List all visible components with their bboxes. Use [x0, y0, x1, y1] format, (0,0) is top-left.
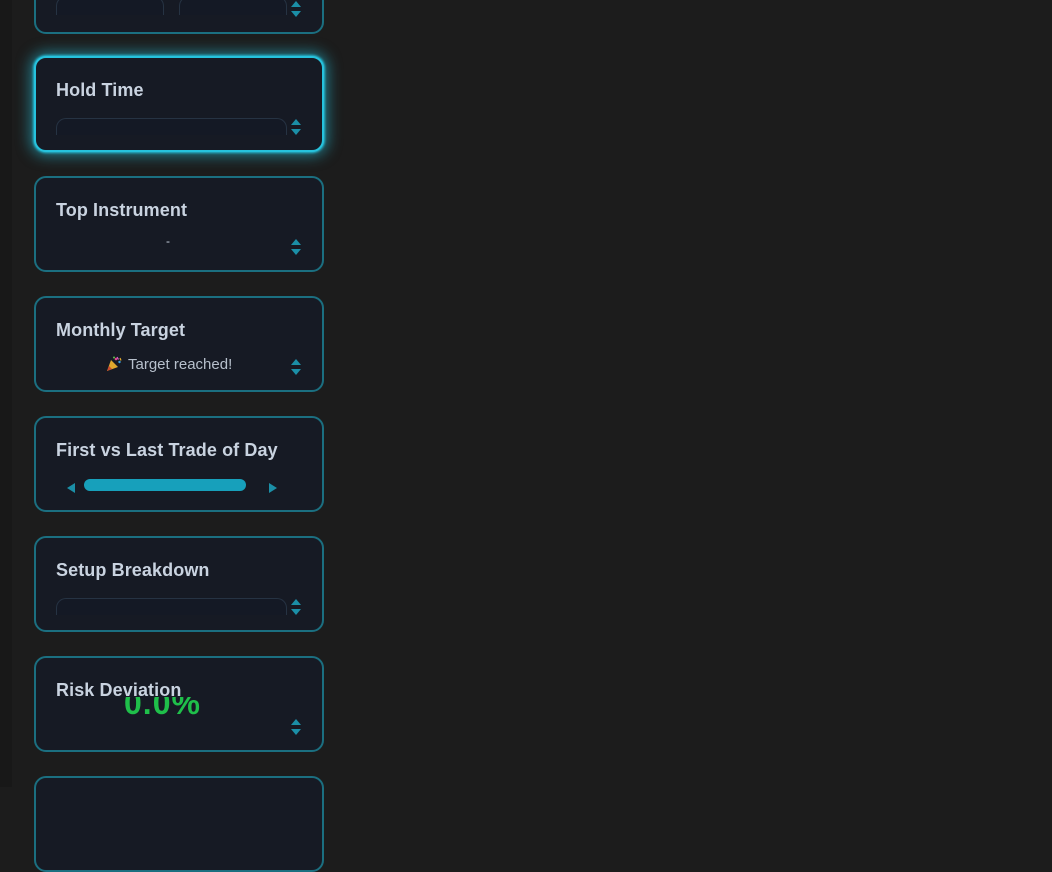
- panel-partial-top[interactable]: [34, 0, 324, 34]
- up-down-arrows-icon: [291, 1, 301, 17]
- panel-monthly-target[interactable]: Monthly Target Target reached!: [34, 296, 324, 392]
- up-down-arrows-icon: [291, 719, 301, 735]
- setup-breakdown-tab-box[interactable]: [56, 598, 287, 615]
- panel-title: Top Instrument: [56, 200, 188, 220]
- top-instrument-value: -: [166, 234, 170, 248]
- panel-spinner[interactable]: [290, 718, 302, 736]
- scroll-left-icon[interactable]: [66, 481, 76, 493]
- status-label: Target reached!: [128, 356, 233, 373]
- up-down-arrows-icon: [291, 599, 301, 615]
- tab-box-left[interactable]: [56, 0, 164, 15]
- panel-title: Setup Breakdown: [56, 560, 210, 580]
- panel-spinner[interactable]: [290, 238, 302, 256]
- monthly-target-status: Target reached!: [106, 356, 232, 373]
- up-down-arrows-icon: [291, 359, 301, 375]
- panel-spinner[interactable]: [290, 358, 302, 376]
- scroll-right-icon[interactable]: [268, 481, 278, 493]
- tab-box-right[interactable]: [179, 0, 287, 15]
- panel-setup-breakdown[interactable]: Setup Breakdown: [34, 536, 324, 632]
- panel-spinner[interactable]: [290, 0, 302, 18]
- panel-title: Monthly Target: [56, 320, 186, 340]
- up-down-arrows-icon: [291, 239, 301, 255]
- left-rail: [0, 0, 12, 787]
- risk-deviation-value: 0.0%: [124, 697, 201, 719]
- panel-risk-deviation[interactable]: Risk Deviation 0.0%: [34, 656, 324, 752]
- panel-title: First vs Last Trade of Day: [56, 440, 278, 460]
- up-down-arrows-icon: [291, 119, 301, 135]
- panel-title: Hold Time: [56, 80, 144, 100]
- panel-top-instrument[interactable]: Top Instrument -: [34, 176, 324, 272]
- panel-partial-bottom[interactable]: [34, 776, 324, 872]
- party-popper-icon: [106, 356, 122, 372]
- hold-time-tab-box[interactable]: [56, 118, 287, 135]
- panel-first-vs-last-trade[interactable]: First vs Last Trade of Day: [34, 416, 324, 512]
- panel-spinner[interactable]: [290, 118, 302, 136]
- panel-spinner[interactable]: [290, 598, 302, 616]
- horizontal-scrollbar-thumb[interactable]: [84, 479, 246, 491]
- panel-hold-time[interactable]: Hold Time: [34, 56, 324, 152]
